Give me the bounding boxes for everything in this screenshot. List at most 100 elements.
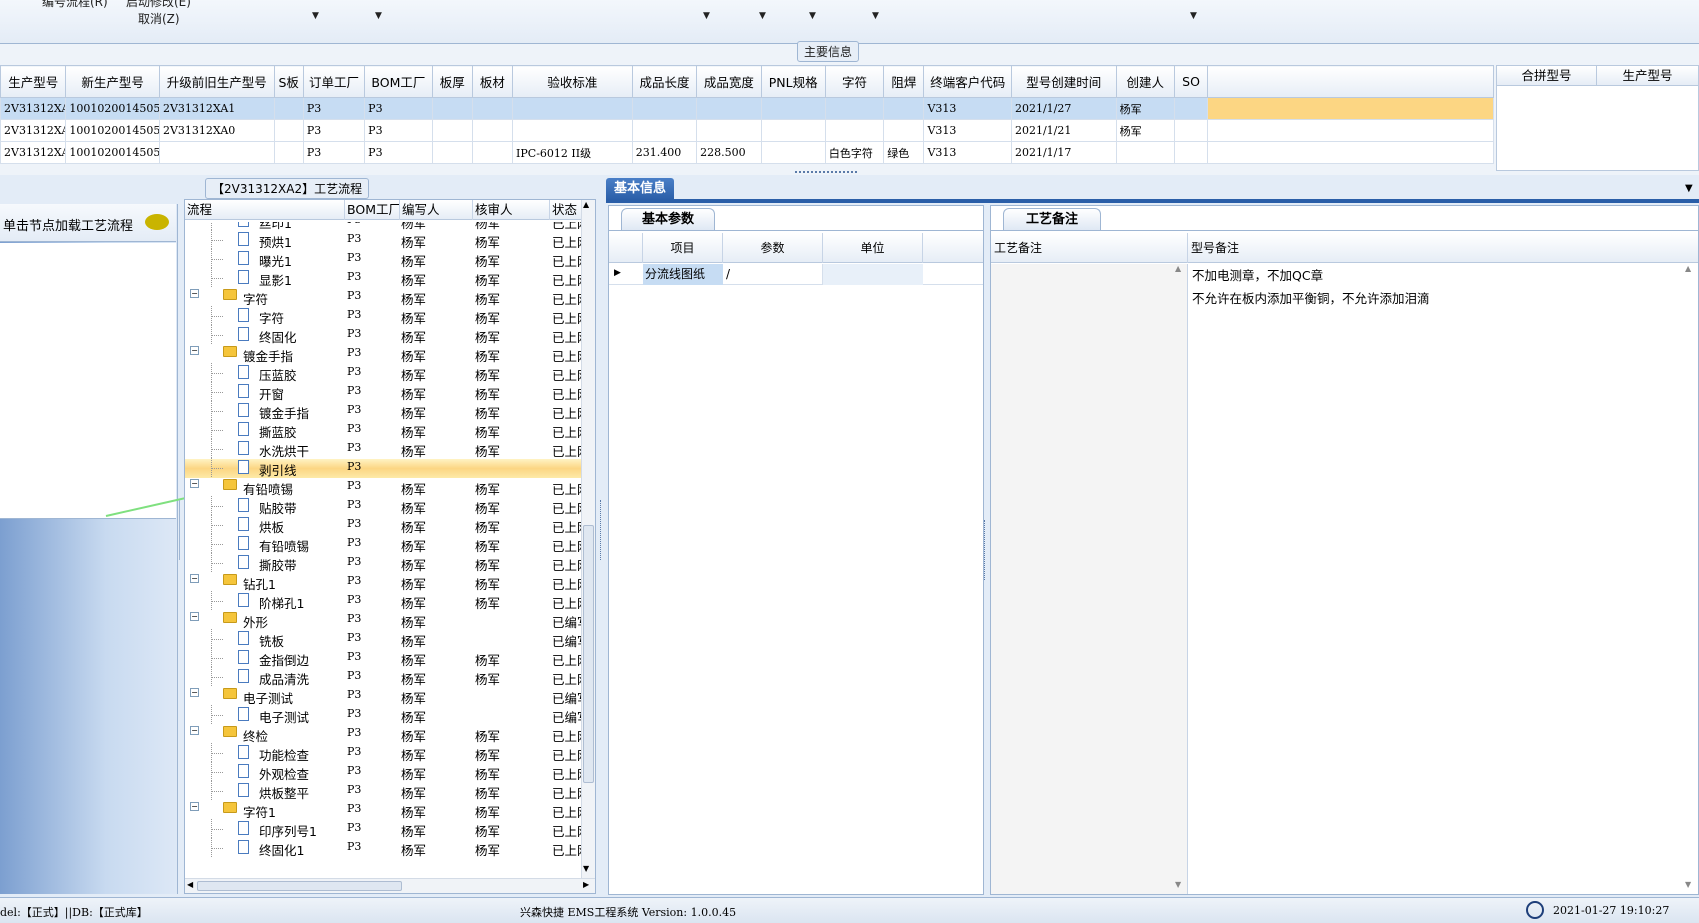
scroll-thumb[interactable]: [197, 881, 402, 891]
col-header[interactable]: 单位: [823, 233, 923, 263]
tree-row[interactable]: − 电子测试 P3 杨军 已编写: [185, 687, 581, 706]
table-cell[interactable]: [471, 141, 514, 164]
tree-row[interactable]: 功能检查 P3 杨军 杨军 已上网: [185, 743, 581, 763]
col-header[interactable]: 参数: [723, 233, 823, 263]
dropdown-arrow-icon[interactable]: ▼: [759, 11, 766, 21]
dropdown-arrow-icon[interactable]: ▼: [312, 11, 319, 21]
tree-row[interactable]: − 字符 P3 杨军 杨军 已上网: [185, 288, 581, 307]
col-header[interactable]: 型号备注: [1188, 233, 1488, 263]
param-value[interactable]: /: [723, 264, 823, 285]
splitter-grip[interactable]: [795, 171, 857, 175]
dropdown-arrow-icon[interactable]: ▼: [375, 11, 382, 21]
scroll-down-icon[interactable]: ▼: [1175, 880, 1181, 889]
table-cell[interactable]: P3: [364, 119, 433, 142]
table-cell[interactable]: 10010200145052: [65, 141, 160, 164]
table-row[interactable]: 2V31312XA1100102001450522V31312XA0 P3P3 V3…: [0, 119, 1494, 142]
tree-row[interactable]: 成品清洗 P3 杨军 杨军 已上网: [185, 667, 581, 687]
scroll-down-icon[interactable]: ▼: [1685, 880, 1691, 889]
table-cell[interactable]: [760, 97, 826, 120]
col-header[interactable]: 合拼型号: [1497, 66, 1597, 86]
tree-row[interactable]: 丝印1P3杨军杨军已上网: [185, 222, 581, 231]
tree-row[interactable]: 烘板整平 P3 杨军 杨军 已上网: [185, 781, 581, 801]
scroll-left-icon[interactable]: ◀: [187, 880, 193, 889]
tree-row[interactable]: 外观检查 P3 杨军 杨军 已上网: [185, 762, 581, 782]
tree-row[interactable]: 曝光1 P3 杨军 杨军 已上网: [185, 249, 581, 269]
table-cell[interactable]: 2V31312XA1: [158, 97, 275, 120]
model-notes-textarea[interactable]: 不加电测章，不加QC章 不允许在板内添加平衡铜，不允许添加泪滴 ▲ ▼: [1189, 264, 1698, 894]
menu-item-cancel[interactable]: 取消(Z): [138, 10, 180, 27]
table-cell[interactable]: 2021/1/27: [1010, 97, 1117, 120]
scroll-thumb[interactable]: [583, 525, 594, 783]
col-header[interactable]: 终端客户代码: [923, 65, 1012, 98]
scroll-right-icon[interactable]: ▶: [583, 880, 589, 889]
tree-row[interactable]: 撕胶带 P3 杨军 杨军 已上网: [185, 553, 581, 573]
tree-row[interactable]: 贴胶带 P3 杨军 杨军 已上网: [185, 496, 581, 516]
tree-row[interactable]: − 字符1 P3 杨军 杨军 已上网: [185, 801, 581, 820]
table-cell[interactable]: 2V31312XA0: [0, 141, 67, 164]
col-header[interactable]: 型号创建时间: [1010, 65, 1117, 98]
col-header[interactable]: 阻焊: [883, 65, 925, 98]
table-cell[interactable]: [158, 141, 275, 164]
table-cell[interactable]: [471, 119, 514, 142]
table-cell[interactable]: V313: [923, 141, 1012, 164]
tree-row[interactable]: − 外形 P3 杨军 已编写: [185, 611, 581, 630]
table-cell[interactable]: [273, 97, 304, 120]
table-cell[interactable]: [696, 119, 762, 142]
table-cell[interactable]: 2V31312XA0: [158, 119, 275, 142]
table-cell[interactable]: P3: [302, 97, 366, 120]
table-cell[interactable]: [883, 119, 925, 142]
table-cell[interactable]: [273, 119, 304, 142]
tree-row[interactable]: 镀金手指 P3 杨军 杨军 已上网: [185, 401, 581, 421]
table-cell[interactable]: 2021/1/17: [1010, 141, 1117, 164]
tab-basic-info[interactable]: 基本信息: [606, 178, 674, 200]
scroll-up-icon[interactable]: ▲: [1175, 264, 1181, 273]
col-header[interactable]: 板材: [471, 65, 514, 98]
table-row[interactable]: ▶ 分流线图纸 /: [609, 264, 983, 285]
col-header[interactable]: 订单工厂: [302, 65, 366, 98]
col-header[interactable]: 生产型号: [1597, 66, 1698, 86]
table-cell[interactable]: [512, 97, 633, 120]
col-header[interactable]: 工艺备注: [991, 233, 1188, 263]
table-cell[interactable]: [1173, 97, 1209, 120]
table-cell[interactable]: P3: [302, 119, 366, 142]
tree-row[interactable]: 印序列号1 P3 杨军 杨军 已上网: [185, 819, 581, 839]
col-header[interactable]: SO: [1173, 65, 1209, 98]
process-tree-grid[interactable]: 流程 BOM工厂 编写人 核审人 状态 丝印1P3杨军杨军已上网预烘1P3杨军杨…: [184, 199, 596, 894]
table-cell[interactable]: 10010200145052: [65, 119, 160, 142]
table-cell[interactable]: [512, 119, 633, 142]
col-header[interactable]: 流程: [185, 200, 345, 220]
col-header[interactable]: 成品宽度: [696, 65, 762, 98]
tree-row[interactable]: 终固化 P3 杨军 杨军 已上网: [185, 325, 581, 345]
collapse-icon[interactable]: −: [190, 479, 199, 488]
tree-row[interactable]: 撕蓝胶 P3 杨军 杨军 已上网: [185, 420, 581, 440]
col-header[interactable]: 编写人: [400, 200, 473, 220]
table-cell[interactable]: [631, 97, 698, 120]
col-header[interactable]: 状态: [550, 200, 582, 220]
tree-row[interactable]: 烘板 P3 杨军 杨军 已上网: [185, 515, 581, 535]
tree-row[interactable]: − 终检 P3 杨军 杨军 已上网: [185, 725, 581, 744]
table-cell[interactable]: IPC-6012 II级: [512, 141, 633, 164]
col-header[interactable]: 新生产型号: [65, 65, 160, 98]
splitter-middle[interactable]: [600, 500, 604, 560]
tree-row[interactable]: − 镀金手指 P3 杨军 杨军 已上网: [185, 345, 581, 364]
scroll-up-icon[interactable]: ▲: [1685, 264, 1691, 273]
table-cell[interactable]: 杨军: [1115, 97, 1175, 120]
table-cell[interactable]: [431, 97, 473, 120]
scroll-up-icon[interactable]: ▲: [583, 200, 589, 209]
tree-row[interactable]: − 有铅喷锡 P3 杨军 杨军 已上网: [185, 478, 581, 497]
table-cell[interactable]: [883, 97, 925, 120]
table-cell[interactable]: [696, 97, 762, 120]
table-cell[interactable]: 杨军: [1115, 119, 1175, 142]
tree-row[interactable]: 电子测试 P3 杨军 已编写: [185, 705, 581, 725]
param-unit[interactable]: [823, 264, 923, 285]
tree-row[interactable]: 字符 P3 杨军 杨军 已上网: [185, 306, 581, 326]
scroll-down-icon[interactable]: ▼: [583, 864, 589, 873]
tree-row[interactable]: 阶梯孔1 P3 杨军 杨军 已上网: [185, 591, 581, 611]
table-cell[interactable]: 2V31312XA1: [0, 119, 67, 142]
tree-row[interactable]: 预烘1 P3 杨军 杨军 已上网: [185, 230, 581, 250]
tree-row[interactable]: 有铅喷锡 P3 杨军 杨军 已上网: [185, 534, 581, 554]
table-cell[interactable]: 2021/1/21: [1010, 119, 1117, 142]
tree-hscrollbar[interactable]: ◀ ▶: [185, 878, 595, 893]
dropdown-arrow-icon[interactable]: ▼: [1190, 11, 1197, 21]
collapse-icon[interactable]: −: [190, 289, 199, 298]
